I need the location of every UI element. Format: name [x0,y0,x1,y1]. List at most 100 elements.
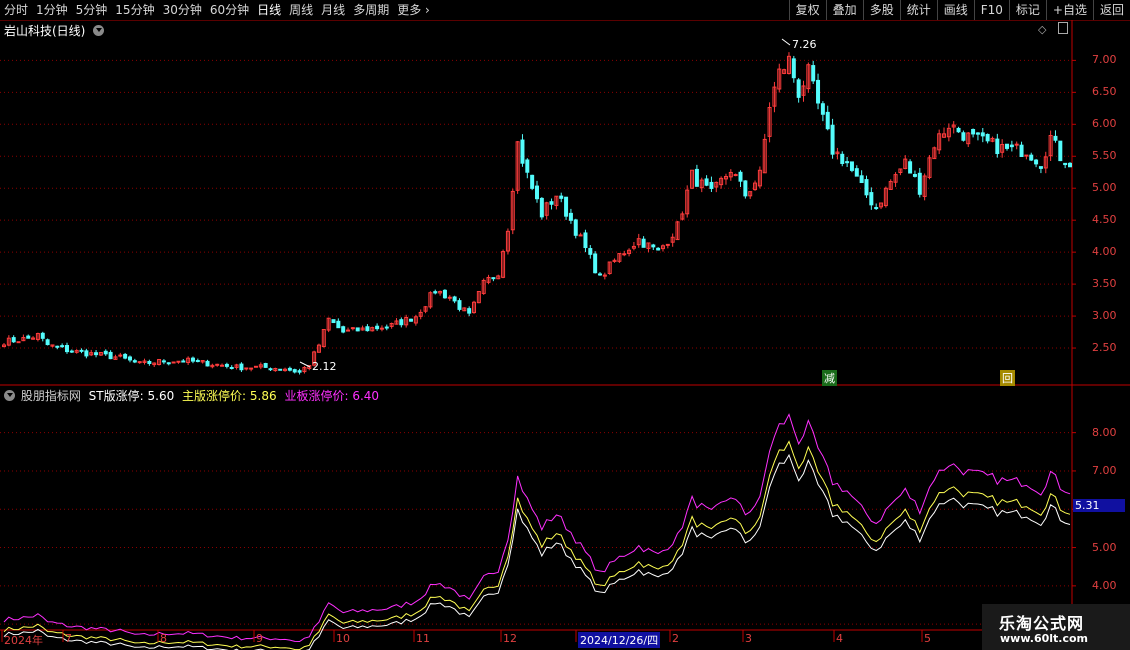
main-ytick-4: 4.50 [1092,213,1117,227]
back-marker: 回 [1000,370,1015,386]
candle-body-75 [365,326,370,332]
candle-body-115 [559,195,564,199]
candle-body-101 [491,277,496,280]
candle-body-177 [859,175,864,184]
candle-body-143 [694,168,699,187]
candle-body-54 [263,363,268,368]
candle-body-145 [704,178,709,186]
candle-body-60 [292,369,297,373]
candle-body-219 [1063,162,1068,166]
candle-body-61 [297,370,302,373]
candle-body-170 [825,111,830,130]
candle-body-59 [287,367,292,371]
candle-body-173 [840,153,845,164]
candle-body-202 [980,132,985,137]
candle-body-164 [796,79,801,98]
candle-body-57 [278,368,283,371]
candle-body-9 [45,339,50,346]
candle-body-34 [166,362,171,365]
candle-body-120 [583,232,588,249]
candle-body-213 [1034,159,1039,165]
main-ytick-3: 4.00 [1092,245,1117,259]
candle-body-217 [1053,135,1058,141]
x-label-11: 5 [924,632,931,645]
low-label: 2.12 [312,360,337,373]
candle-body-25 [123,353,128,359]
candle-body-209 [1014,143,1019,146]
candle-body-134 [651,244,656,248]
candle-body-110 [535,185,539,200]
candle-body-169 [820,103,825,115]
candle-body-214 [1038,166,1043,169]
low-pointer [299,361,311,368]
x-label-5: 11 [416,632,430,645]
candle-body-21 [103,350,108,355]
candle-body-203 [985,133,990,142]
candle-body-137 [665,243,670,246]
candle-body-211 [1024,154,1029,157]
candle-body-128 [622,253,627,256]
x-label-0: 2024年 [4,634,43,647]
candle-body-68 [331,319,336,324]
candle-body-51 [249,367,254,370]
candle-body-17 [84,350,89,357]
main-ytick-7: 6.00 [1092,117,1117,131]
ind-series-0 [3,453,1071,650]
candle-body-55 [268,368,273,371]
candle-body-2 [11,337,16,343]
candle-body-178 [864,179,869,196]
candle-body-3 [16,341,21,344]
x-label-1: 7 [65,632,72,645]
candle-body-189 [917,172,922,195]
candle-body-8 [40,332,45,339]
x-label-3: 9 [256,632,263,645]
candle-body-79 [384,326,389,329]
candle-body-135 [656,247,661,251]
candle-body-49 [239,363,244,371]
x-label-8: 2 [672,632,679,645]
watermark-url: www.60lt.com [1000,632,1089,645]
candle-body-153 [743,180,748,197]
candle-body-73 [355,327,360,332]
candle-body-116 [564,196,569,217]
candle-body-71 [346,329,351,332]
candle-body-107 [520,139,525,164]
candle-body-93 [452,296,457,302]
kline-chart[interactable] [0,0,1130,650]
candle-body-78 [379,327,384,330]
ind-ytick-1: 4.00 [1092,578,1117,592]
candle-body-118 [573,219,578,236]
x-label-7: 2024/12/26/四 [578,632,661,648]
main-ytick-1: 3.00 [1092,309,1117,323]
current-value-tag: 5.31 [1073,499,1125,512]
candle-body-89 [433,291,438,294]
high-label: 7.26 [792,38,817,51]
candle-body-212 [1029,154,1034,161]
candle-body-14 [69,350,74,353]
candle-body-44 [215,363,220,366]
x-label-4: 10 [336,632,350,645]
candle-body-176 [854,168,859,177]
candle-body-197 [956,127,961,133]
candle-body-168 [816,79,821,104]
candle-body-36 [176,360,181,363]
candle-body-96 [467,308,472,314]
high-pointer [781,38,791,46]
candle-body-12 [60,345,65,348]
candle-body-220 [1068,162,1072,168]
candle-body-40 [195,360,200,363]
candle-body-188 [912,174,917,177]
candle-body-39 [190,357,195,362]
candle-body-210 [1019,144,1024,157]
watermark: 乐淘公式网 www.60lt.com [982,604,1130,650]
candle-body-94 [457,300,462,310]
candle-body-108 [525,159,530,173]
main-ytick-6: 5.50 [1092,149,1117,163]
candle-body-207 [1005,143,1010,149]
candle-body-16 [79,349,84,352]
candle-body-37 [181,360,186,363]
candle-body-28 [137,361,142,364]
candle-body-180 [874,207,879,210]
candle-body-163 [791,58,796,79]
candle-body-132 [641,238,646,248]
